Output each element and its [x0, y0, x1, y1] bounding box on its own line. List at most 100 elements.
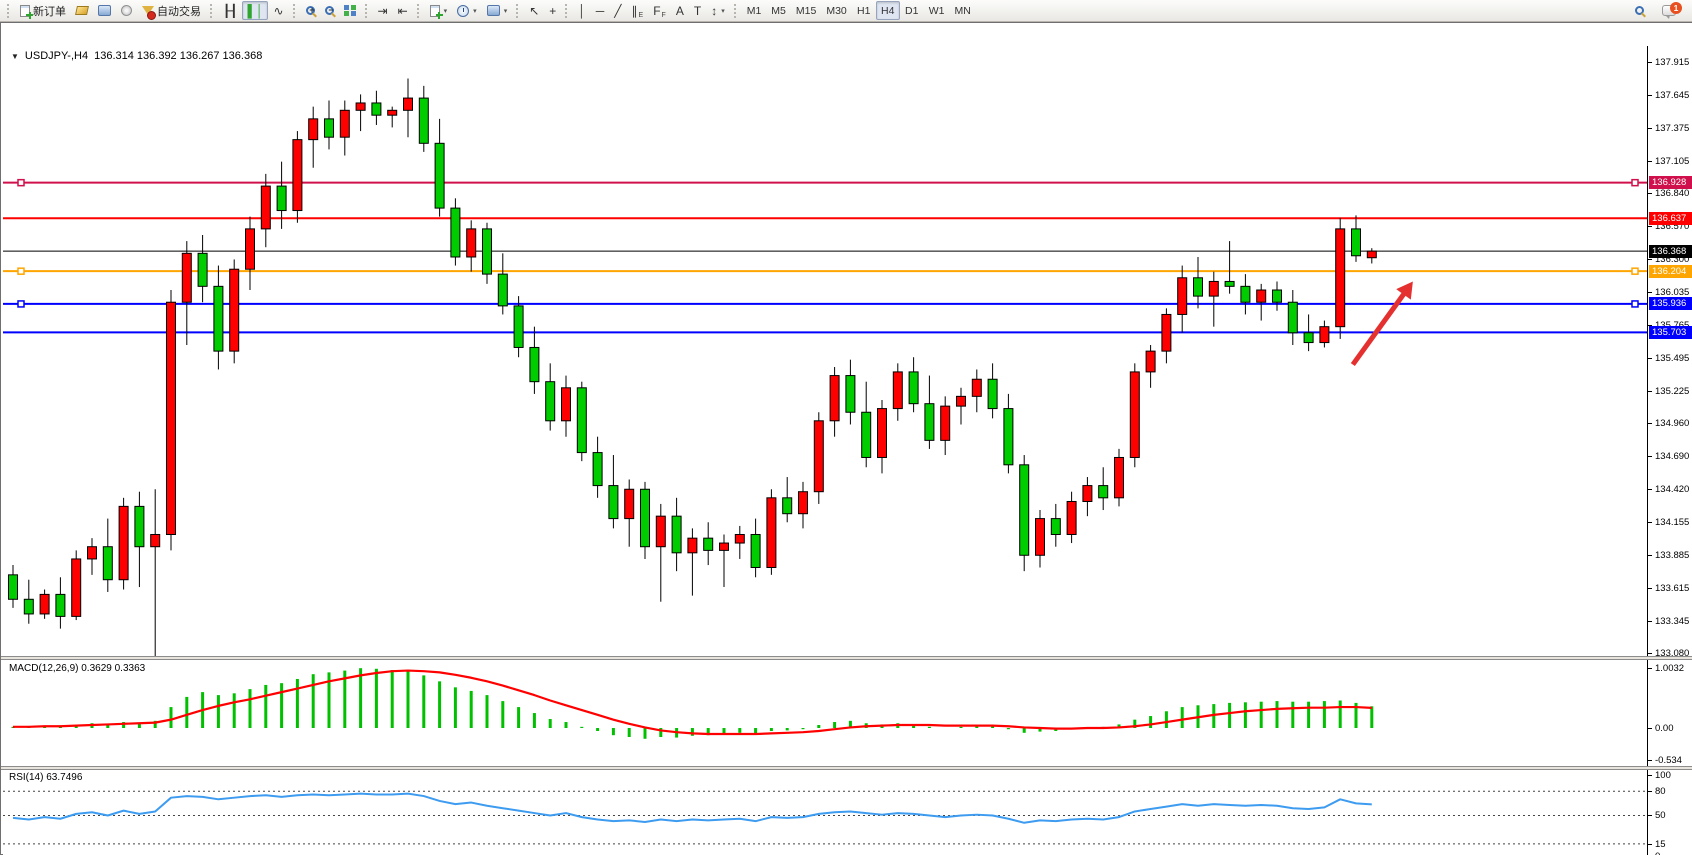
candle-down	[1099, 486, 1108, 498]
axis-tick-dash	[1648, 588, 1652, 589]
pane-splitter[interactable]	[1, 766, 1692, 770]
candle-up	[830, 376, 839, 421]
chart-title[interactable]: ▼ USDJPY-,H4 136.314 136.392 136.267 136…	[11, 50, 262, 62]
zoom-out-icon: −	[325, 6, 334, 15]
bar-chart-button[interactable]: ┠┨	[218, 1, 242, 20]
hline-handle[interactable]	[18, 180, 24, 186]
dropdown-caret-icon: ▾	[504, 7, 508, 15]
timeframe-h4[interactable]: H4	[876, 1, 900, 20]
candle-up	[1336, 229, 1345, 327]
price-axis-tick: 50	[1655, 810, 1666, 821]
arrows-tool[interactable]: ↕▾	[706, 1, 730, 20]
macd-indicator-pane[interactable]	[3, 660, 1647, 766]
axis-tick-dash	[1648, 791, 1652, 792]
price-axis-tick: 1.0032	[1655, 663, 1684, 674]
candle-down	[672, 516, 681, 553]
toolbar-grip[interactable]	[7, 4, 11, 18]
arrow-annotation[interactable]	[1353, 288, 1408, 365]
text-tool[interactable]: A	[671, 1, 689, 20]
price-axis-tick: 80	[1655, 786, 1666, 797]
candle-up	[40, 594, 49, 614]
new-order-button[interactable]: 新订单	[15, 1, 71, 20]
line-chart-button[interactable]: ∿	[268, 1, 288, 20]
text-label-tool[interactable]: T	[689, 1, 706, 20]
price-axis[interactable]: 137.915137.645137.375137.105136.840136.5…	[1647, 46, 1692, 855]
candle-down	[419, 98, 428, 143]
trendline-tool[interactable]: ╱	[609, 1, 626, 20]
price-axis-tick: 134.155	[1655, 517, 1689, 528]
candle-up	[230, 269, 239, 351]
timeframe-mn[interactable]: MN	[950, 1, 976, 20]
candle-up	[246, 229, 255, 269]
search-button[interactable]	[1630, 1, 1649, 20]
candle-up	[1083, 486, 1092, 502]
signals-button[interactable]	[116, 1, 137, 20]
toolbar-grip[interactable]	[516, 4, 520, 18]
add-indicator-icon	[430, 5, 440, 17]
toolbar-grip[interactable]	[365, 4, 369, 18]
timeframe-d1[interactable]: D1	[900, 1, 924, 20]
cursor-icon: ↖	[529, 5, 539, 17]
candlestick-chart-button[interactable]: ▌│	[242, 1, 268, 20]
candle-up	[814, 421, 823, 492]
market-watch-button[interactable]	[93, 1, 116, 20]
axis-tick-dash	[1648, 391, 1652, 392]
toolbar-grip[interactable]	[293, 4, 297, 18]
tile-windows-button[interactable]	[339, 1, 361, 20]
timeframe-m1[interactable]: M1	[742, 1, 767, 20]
styler-button[interactable]	[71, 1, 93, 20]
crosshair-tool-button[interactable]: +	[544, 1, 561, 20]
timeframe-m5[interactable]: M5	[766, 1, 791, 20]
hline-handle[interactable]	[1632, 180, 1638, 186]
price-line-badge: 135.703	[1649, 326, 1692, 339]
auto-trading-label: 自动交易	[157, 3, 201, 19]
hline-handle[interactable]	[18, 268, 24, 274]
chat-icon: 1	[1662, 5, 1676, 16]
timeframe-m30[interactable]: M30	[821, 1, 851, 20]
horizontal-line-tool[interactable]: ─	[591, 1, 610, 20]
auto-scroll-button[interactable]: ⇥	[373, 1, 393, 20]
candle-down	[925, 404, 934, 441]
main-price-chart[interactable]	[3, 46, 1647, 656]
axis-tick-dash	[1648, 653, 1652, 654]
timeframe-w1[interactable]: W1	[924, 1, 950, 20]
toolbar-grip[interactable]	[210, 4, 214, 18]
toolbar-grip[interactable]	[734, 4, 738, 18]
vertical-line-tool[interactable]: │	[573, 1, 591, 20]
hline-handle[interactable]	[1632, 301, 1638, 307]
notifications-button[interactable]: 1	[1657, 1, 1681, 20]
channel-tool[interactable]: ∥E	[627, 1, 649, 20]
hline-handle[interactable]	[18, 301, 24, 307]
toolbar-grip[interactable]	[417, 4, 421, 18]
axis-tick-dash	[1648, 522, 1652, 523]
horizontal-line-icon: ─	[596, 5, 605, 17]
auto-trading-button[interactable]: 自动交易	[137, 1, 206, 20]
rsi-line	[13, 794, 1372, 823]
pane-splitter[interactable]	[1, 656, 1692, 660]
candle-up	[1146, 351, 1155, 372]
timeframe-m15[interactable]: M15	[791, 1, 821, 20]
template-button[interactable]: ▾	[482, 1, 513, 20]
add-indicator-button[interactable]: ▾	[425, 1, 453, 20]
candle-down	[1241, 286, 1250, 302]
arrows-tool-icon: ↕	[711, 5, 717, 17]
zoom-in-button[interactable]: +	[301, 1, 320, 20]
period-button[interactable]: ▾	[452, 1, 482, 20]
notification-badge: 1	[1670, 2, 1682, 14]
price-axis-tick: 137.915	[1655, 57, 1689, 68]
text-label-icon: T	[694, 5, 701, 17]
price-line-badge: 136.637	[1649, 212, 1692, 225]
price-axis-tick: 134.420	[1655, 484, 1689, 495]
zoom-out-button[interactable]: −	[320, 1, 339, 20]
toolbar-grip[interactable]	[565, 4, 569, 18]
chart-shift-button[interactable]: ⇤	[393, 1, 413, 20]
fibonacci-tool[interactable]: FF	[648, 1, 671, 20]
candle-down	[435, 143, 444, 208]
axis-tick-dash	[1648, 292, 1652, 293]
hline-handle[interactable]	[1632, 268, 1638, 274]
timeframe-h1[interactable]: H1	[852, 1, 876, 20]
cursor-tool-button[interactable]: ↖	[524, 1, 544, 20]
price-axis-tick: 100	[1655, 770, 1671, 781]
macd-label: MACD(12,26,9) 0.3629 0.3363	[9, 663, 145, 674]
rsi-indicator-pane[interactable]	[3, 770, 1647, 855]
